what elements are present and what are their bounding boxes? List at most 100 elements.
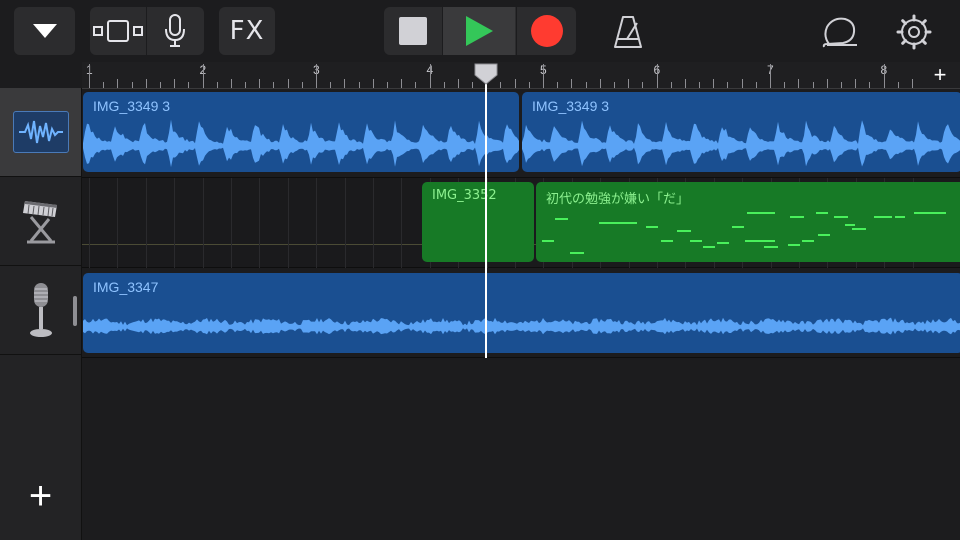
ruler-tick <box>429 64 431 88</box>
grid-line <box>202 178 204 268</box>
add-track-button[interactable]: + <box>0 452 81 540</box>
ruler-tick <box>599 79 601 88</box>
ruler-tick <box>316 64 317 88</box>
play-icon <box>466 16 493 46</box>
midi-note <box>802 240 814 242</box>
ruler-tick <box>401 79 403 88</box>
triangle-down-icon <box>32 24 57 38</box>
grid-line <box>174 178 176 268</box>
ruler-tick <box>174 79 176 88</box>
midi-note <box>542 240 554 242</box>
lane-audio-recorder: IMG_3349 3 IMG_3349 3 <box>82 88 960 178</box>
midi-note <box>677 230 691 232</box>
empty-track-area[interactable] <box>82 358 960 540</box>
track-lanes: IMG_3349 3 IMG_3349 3 IMG_3352 初代の勉強が嫌い「… <box>82 88 960 358</box>
ruler-tick <box>344 79 346 88</box>
midi-note <box>747 212 775 214</box>
waveform-shape <box>522 120 960 167</box>
playhead-handle[interactable] <box>474 63 498 85</box>
ruler-tick <box>770 64 771 88</box>
midi-note <box>845 224 855 226</box>
timeline-ruler[interactable]: 12345678 <box>82 62 960 89</box>
grid-line <box>401 178 403 268</box>
lane-microphone: IMG_3347 <box>82 268 960 358</box>
midi-note <box>764 246 778 248</box>
midi-region[interactable]: 初代の勉強が嫌い「だ」 <box>536 182 960 262</box>
track-header-audio-recorder[interactable] <box>0 88 81 177</box>
settings-button[interactable] <box>892 10 936 54</box>
grid-line <box>259 178 261 268</box>
midi-note <box>717 242 729 244</box>
track-header-keyboard[interactable] <box>0 177 81 266</box>
play-button[interactable] <box>443 7 515 55</box>
grid-line <box>89 178 90 268</box>
midi-note <box>852 228 866 230</box>
add-section-button[interactable]: + <box>920 62 960 88</box>
metronome-button[interactable] <box>606 12 650 52</box>
midi-note <box>745 240 775 242</box>
record-icon <box>531 15 563 47</box>
ruler-tick <box>117 79 119 88</box>
tracks-view-icon <box>92 20 143 42</box>
loop-icon <box>822 17 857 48</box>
ruler-tick <box>883 64 885 88</box>
midi-note <box>661 240 673 242</box>
ruler-tick <box>89 64 90 88</box>
audio-region[interactable]: IMG_3349 3 <box>83 92 519 172</box>
midi-note <box>646 226 658 228</box>
track-resize-handle[interactable] <box>73 296 77 326</box>
waveform <box>522 120 960 167</box>
waveform-shape <box>83 119 519 168</box>
midi-note <box>818 234 830 236</box>
midi-note <box>790 216 804 218</box>
midi-note <box>788 244 800 246</box>
add-section-label: + <box>933 62 947 87</box>
ruler-tick <box>259 79 261 88</box>
toolbar: FX <box>0 0 960 62</box>
midi-note <box>690 240 702 242</box>
track-header-microphone[interactable] <box>0 266 81 355</box>
ruler-tick <box>826 79 828 88</box>
ruler-tick <box>457 79 459 88</box>
midi-note <box>874 216 892 218</box>
midi-note <box>555 218 568 220</box>
tracks-view-button[interactable] <box>90 7 147 55</box>
fx-label: FX <box>229 16 265 46</box>
midi-note <box>895 216 905 218</box>
midi-note <box>703 246 715 248</box>
transport-controls <box>384 7 576 55</box>
menu-button[interactable] <box>14 7 75 55</box>
grid-line <box>117 178 119 268</box>
microphone-button[interactable] <box>147 7 204 55</box>
waveform-shape <box>83 317 960 335</box>
midi-region[interactable]: IMG_3352 <box>422 182 534 262</box>
grid-line <box>145 178 147 268</box>
ruler-tick <box>571 79 573 88</box>
fx-button[interactable]: FX <box>219 7 275 55</box>
view-group <box>90 7 204 55</box>
midi-note <box>599 222 637 224</box>
audio-region[interactable]: IMG_3349 3 <box>522 92 960 172</box>
playhead-line <box>485 80 487 358</box>
ruler-tick <box>202 64 204 88</box>
midi-note <box>834 216 848 218</box>
ruler-tick <box>855 79 857 88</box>
stop-button[interactable] <box>384 7 443 55</box>
ruler-tick <box>145 79 147 88</box>
record-button[interactable] <box>516 7 576 55</box>
ruler-tick <box>684 79 686 88</box>
grid-line <box>287 178 289 268</box>
keyboard-icon <box>22 201 57 244</box>
audio-region[interactable]: IMG_3347 <box>83 273 960 353</box>
lane-keyboard: IMG_3352 初代の勉強が嫌い「だ」 <box>82 178 960 268</box>
ruler-tick <box>741 79 743 88</box>
loop-browser-button[interactable] <box>818 12 862 52</box>
grid-line <box>344 178 346 268</box>
ruler-tick <box>656 64 658 88</box>
track-headers: + <box>0 88 82 540</box>
ruler-tick <box>543 64 544 88</box>
region-label: 初代の勉強が嫌い「だ」 <box>546 192 690 207</box>
ruler-tick <box>372 79 374 88</box>
microphone-icon <box>29 283 52 337</box>
settings-gear-icon <box>896 14 932 50</box>
